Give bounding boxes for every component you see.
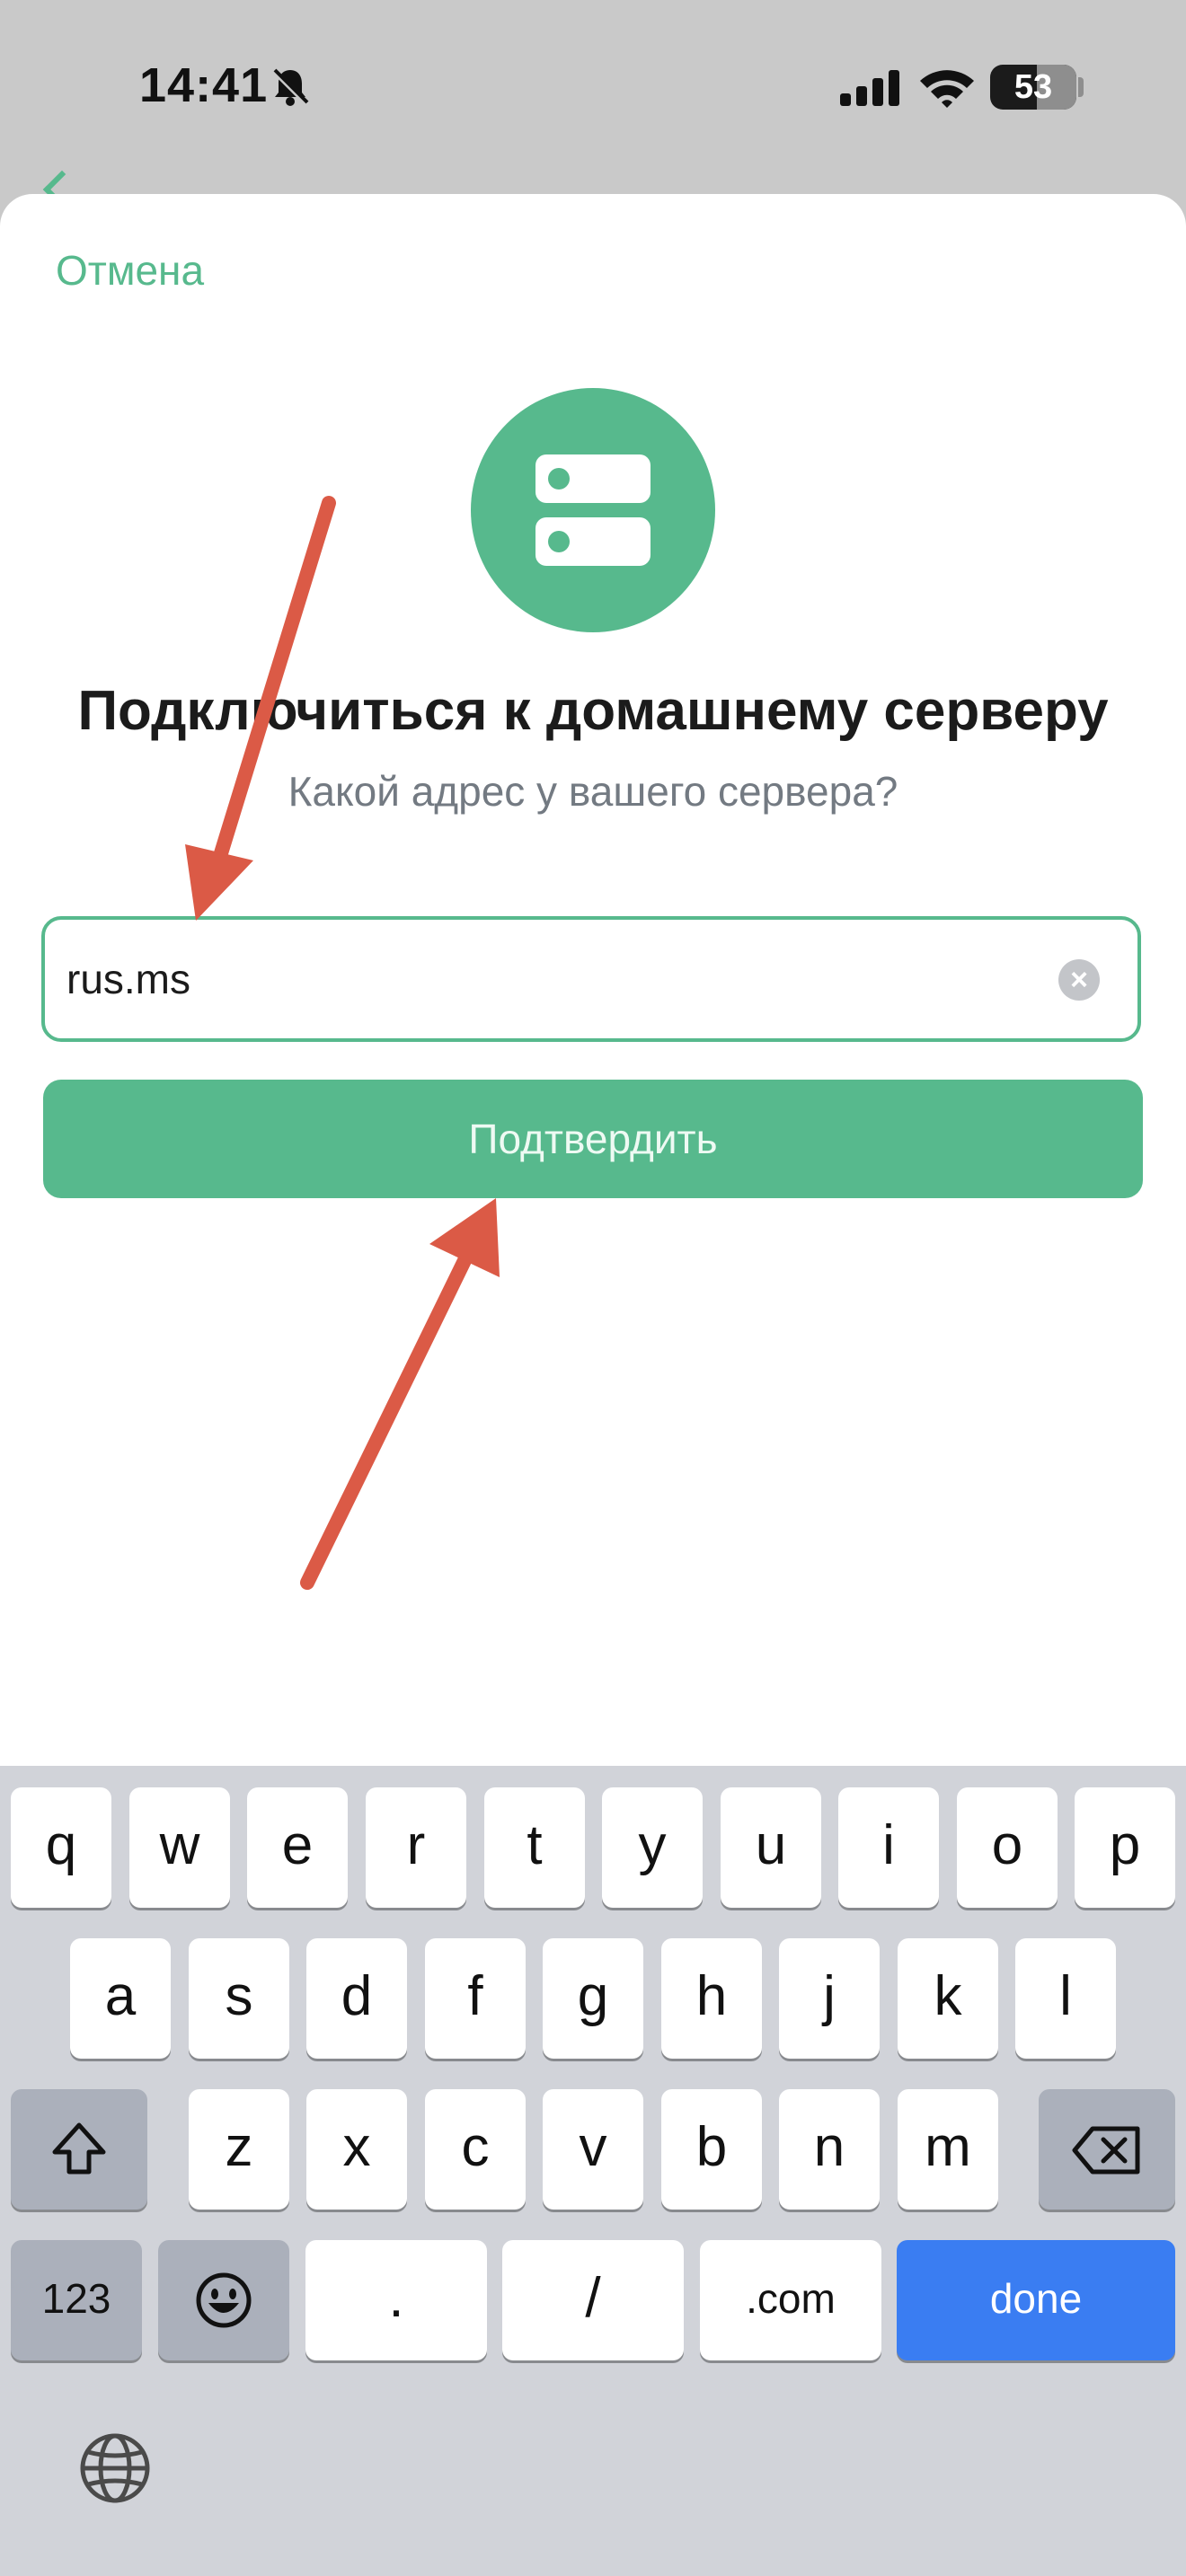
battery-tip bbox=[1078, 77, 1084, 97]
dot-key[interactable]: . bbox=[305, 2240, 487, 2360]
key-p[interactable]: p bbox=[1075, 1787, 1175, 1908]
dotcom-key[interactable]: .com bbox=[700, 2240, 881, 2360]
numbers-key[interactable]: 123 bbox=[11, 2240, 142, 2360]
key-c[interactable]: c bbox=[425, 2089, 526, 2210]
connect-server-sheet: Отмена Подключиться к домашнему серверу … bbox=[0, 194, 1186, 1766]
key-k[interactable]: k bbox=[898, 1938, 998, 2059]
slash-key[interactable]: / bbox=[502, 2240, 684, 2360]
wifi-icon bbox=[920, 70, 974, 108]
key-j[interactable]: j bbox=[779, 1938, 880, 2059]
key-n[interactable]: n bbox=[779, 2089, 880, 2210]
battery-icon: 53 bbox=[990, 65, 1076, 110]
emoji-icon bbox=[196, 2272, 252, 2328]
cancel-button[interactable]: Отмена bbox=[56, 246, 204, 295]
key-i[interactable]: i bbox=[838, 1787, 939, 1908]
key-m[interactable]: m bbox=[898, 2089, 998, 2210]
key-q[interactable]: q bbox=[11, 1787, 111, 1908]
bell-slash-icon bbox=[272, 68, 310, 107]
confirm-button[interactable]: Подтвердить bbox=[43, 1080, 1143, 1198]
battery-level: 53 bbox=[1013, 68, 1053, 106]
key-f[interactable]: f bbox=[425, 1938, 526, 2059]
shift-icon bbox=[52, 2122, 106, 2175]
key-v[interactable]: v bbox=[543, 2089, 643, 2210]
key-l[interactable]: l bbox=[1015, 1938, 1116, 2059]
key-a[interactable]: a bbox=[70, 1938, 171, 2059]
server-rack-bottom bbox=[535, 517, 651, 566]
key-t[interactable]: t bbox=[484, 1787, 585, 1908]
key-u[interactable]: u bbox=[721, 1787, 821, 1908]
key-w[interactable]: w bbox=[129, 1787, 230, 1908]
key-r[interactable]: r bbox=[366, 1787, 466, 1908]
emoji-key[interactable] bbox=[158, 2240, 289, 2360]
key-h[interactable]: h bbox=[661, 1938, 762, 2059]
server-icon bbox=[471, 388, 715, 632]
globe-icon[interactable] bbox=[77, 2430, 153, 2506]
key-z[interactable]: z bbox=[189, 2089, 289, 2210]
server-rack-top bbox=[535, 454, 651, 503]
server-address-input[interactable] bbox=[66, 920, 1037, 1038]
key-y[interactable]: y bbox=[602, 1787, 703, 1908]
signal-icon bbox=[840, 70, 899, 106]
key-s[interactable]: s bbox=[189, 1938, 289, 2059]
key-g[interactable]: g bbox=[543, 1938, 643, 2059]
backspace-key[interactable] bbox=[1039, 2089, 1175, 2210]
key-x[interactable]: x bbox=[306, 2089, 407, 2210]
key-d[interactable]: d bbox=[306, 1938, 407, 2059]
key-o[interactable]: o bbox=[957, 1787, 1058, 1908]
status-bar: 14:41 53 bbox=[0, 0, 1186, 209]
page-subtitle: Какой адрес у вашего сервера? bbox=[288, 768, 898, 815]
server-address-field[interactable]: × bbox=[41, 916, 1141, 1042]
shift-key[interactable] bbox=[11, 2089, 147, 2210]
status-time: 14:41 bbox=[139, 58, 269, 112]
page-title: Подключиться к домашнему серверу bbox=[77, 680, 1109, 742]
key-e[interactable]: e bbox=[247, 1787, 348, 1908]
key-b[interactable]: b bbox=[661, 2089, 762, 2210]
clear-icon[interactable]: × bbox=[1058, 959, 1100, 1001]
backspace-icon bbox=[1072, 2126, 1140, 2175]
done-key[interactable]: done bbox=[897, 2240, 1175, 2360]
